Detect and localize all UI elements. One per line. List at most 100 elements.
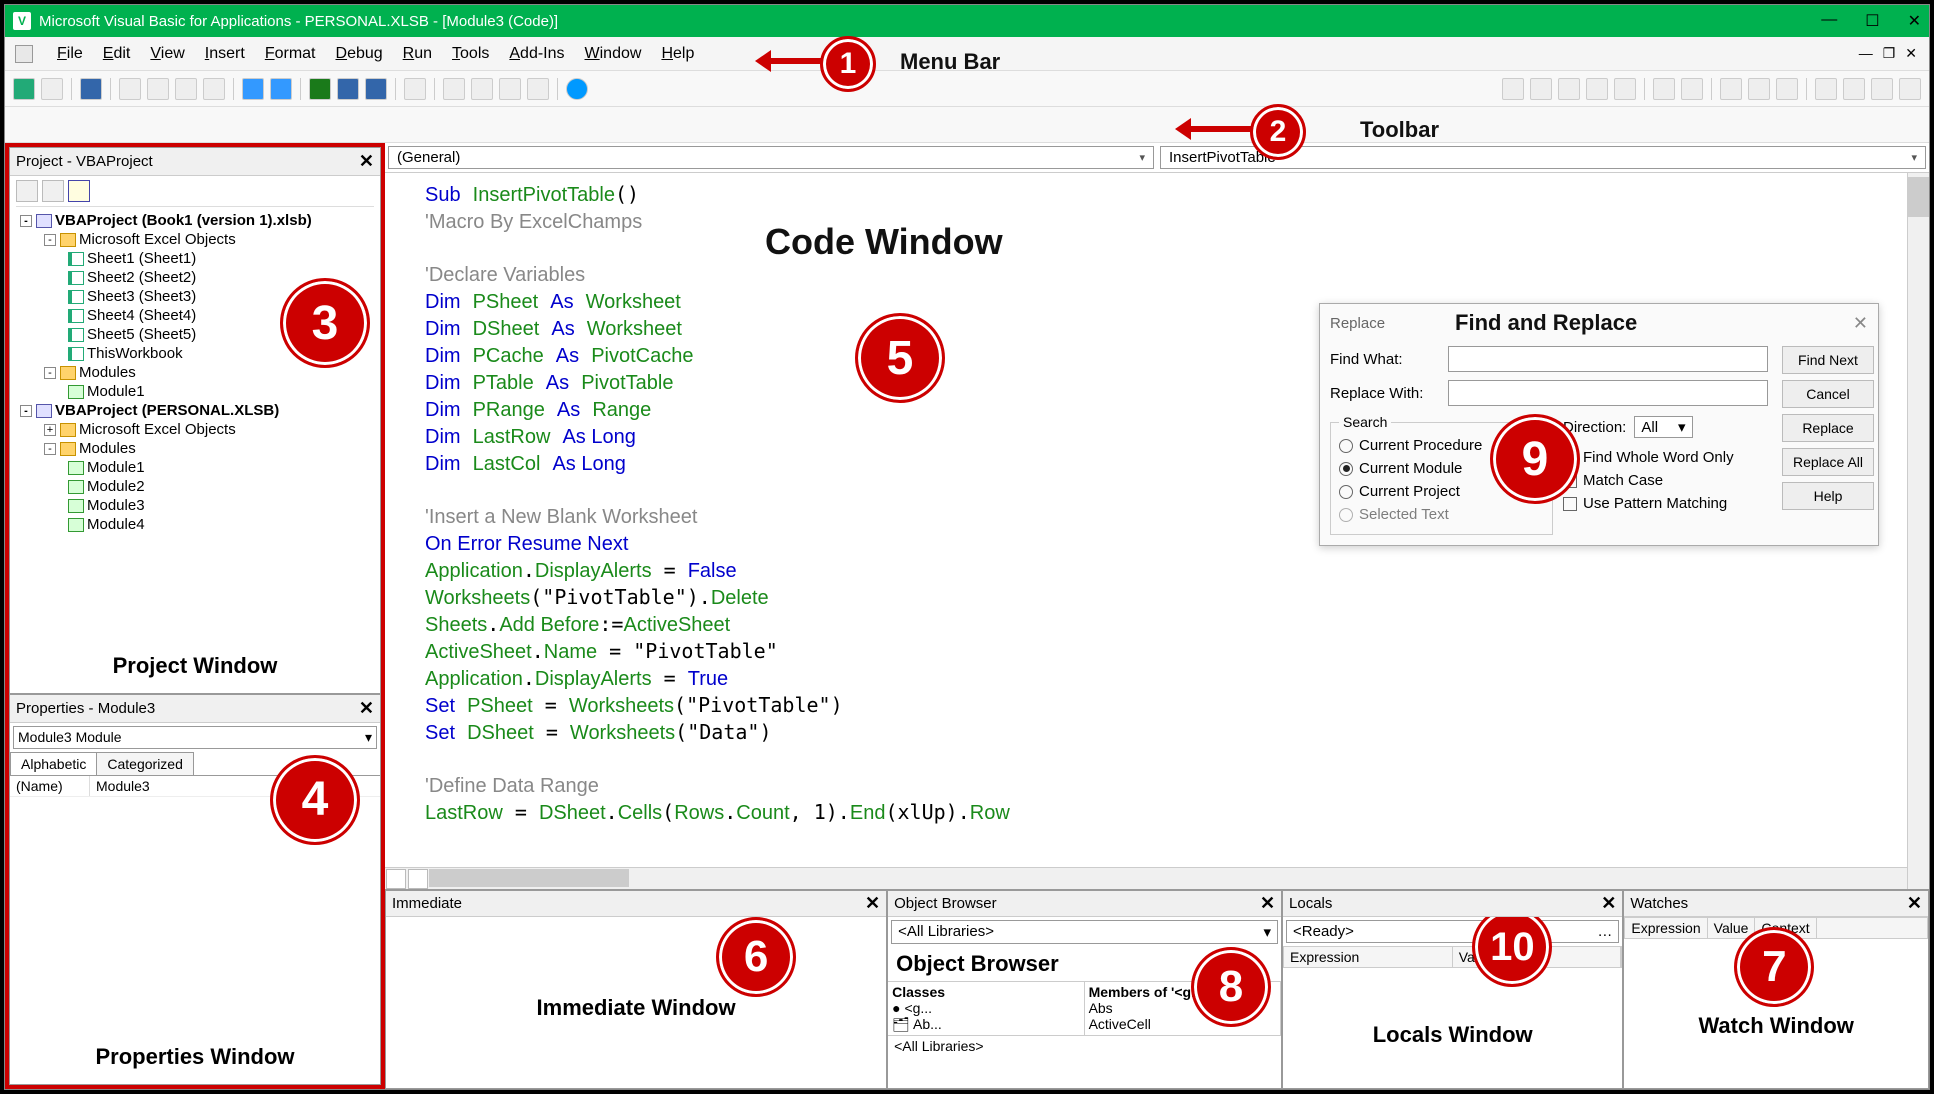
replace-button[interactable]: Replace	[1782, 414, 1874, 442]
code-vscrollbar[interactable]	[1907, 173, 1929, 889]
tree-node[interactable]: -VBAProject (Book1 (version 1).xlsb)	[16, 211, 374, 230]
bookmark-prev[interactable]	[1871, 78, 1893, 100]
tree-node[interactable]: Module2	[16, 477, 374, 496]
watches-col-expression[interactable]: Expression	[1625, 918, 1707, 938]
menu-tools[interactable]: Tools	[452, 45, 489, 63]
bookmark-toggle[interactable]	[1815, 78, 1837, 100]
library-selector[interactable]: <All Libraries>▾	[891, 920, 1278, 944]
locals-col-expression[interactable]: Expression	[1284, 947, 1453, 967]
menu-window[interactable]: Window	[585, 45, 642, 63]
menu-view[interactable]: View	[150, 45, 184, 63]
immediate-close[interactable]: ✕	[865, 893, 880, 914]
properties-close[interactable]: ✕	[359, 698, 374, 719]
locals-ready[interactable]: <Ready>…	[1286, 920, 1619, 943]
insert-dropdown[interactable]	[41, 78, 63, 100]
toolbox-button[interactable]	[527, 78, 549, 100]
save-button[interactable]	[80, 78, 102, 100]
menu-run[interactable]: Run	[403, 45, 432, 63]
class-item-ab[interactable]: 🗂 Ab...	[892, 1016, 1079, 1033]
view-excel-button[interactable]	[13, 78, 35, 100]
breakpoint-button[interactable]	[1720, 78, 1742, 100]
mdi-restore[interactable]: ❐	[1883, 45, 1896, 62]
mdi-minimize[interactable]: —	[1859, 45, 1873, 62]
tree-node[interactable]: -VBAProject (PERSONAL.XLSB)	[16, 401, 374, 420]
uncomment-block-button[interactable]	[1776, 78, 1798, 100]
edit-tb-2[interactable]	[1530, 78, 1552, 100]
undo-button[interactable]	[242, 78, 264, 100]
tree-node[interactable]: +Microsoft Excel Objects	[16, 420, 374, 439]
close-button[interactable]: ✕	[1908, 11, 1921, 31]
bookmark-next[interactable]	[1843, 78, 1865, 100]
mdi-close[interactable]: ✕	[1905, 45, 1917, 62]
full-module-view-button[interactable]	[408, 869, 428, 889]
project-tree[interactable]: -VBAProject (Book1 (version 1).xlsb)-Mic…	[10, 176, 380, 639]
project-explorer-button[interactable]	[443, 78, 465, 100]
design-mode-button[interactable]	[404, 78, 426, 100]
properties-tab-alphabetic[interactable]: Alphabetic	[10, 752, 97, 775]
immediate-body[interactable]: 6 Immediate Window	[386, 917, 886, 1088]
cancel-button[interactable]: Cancel	[1782, 380, 1874, 408]
class-item-globals[interactable]: ● <g...	[892, 1000, 1079, 1016]
view-code-button[interactable]	[16, 180, 38, 202]
view-object-button[interactable]	[42, 180, 64, 202]
redo-button[interactable]	[270, 78, 292, 100]
menu-file[interactable]: File	[57, 45, 83, 63]
tree-node[interactable]: Module3	[16, 496, 374, 515]
check-match-case[interactable]: Match Case	[1563, 469, 1768, 492]
minimize-button[interactable]: —	[1821, 11, 1837, 31]
menu-format[interactable]: Format	[265, 45, 316, 63]
find-next-button[interactable]: Find Next	[1782, 346, 1874, 374]
reset-button[interactable]	[365, 78, 387, 100]
replace-close-button[interactable]: ✕	[1853, 313, 1868, 334]
copy-button[interactable]	[147, 78, 169, 100]
check-whole-word[interactable]: Find Whole Word Only	[1563, 446, 1768, 469]
tree-node[interactable]: Module4	[16, 515, 374, 534]
tree-node[interactable]: Sheet1 (Sheet1)	[16, 249, 374, 268]
code-window[interactable]: Sub InsertPivotTable() 'Macro By ExcelCh…	[385, 173, 1929, 889]
run-sub-button[interactable]	[309, 78, 331, 100]
paste-button[interactable]	[175, 78, 197, 100]
bookmark-clear[interactable]	[1899, 78, 1921, 100]
menu-edit[interactable]: Edit	[103, 45, 131, 63]
help-button-dlg[interactable]: Help	[1782, 482, 1874, 510]
properties-window-button[interactable]	[471, 78, 493, 100]
toggle-folders-button[interactable]	[68, 180, 90, 202]
tree-node[interactable]: Module1	[16, 458, 374, 477]
watches-close[interactable]: ✕	[1907, 893, 1922, 914]
edit-tb-4[interactable]	[1586, 78, 1608, 100]
edit-tb-1[interactable]	[1502, 78, 1524, 100]
replace-with-input[interactable]	[1448, 380, 1768, 406]
object-browser-button[interactable]	[499, 78, 521, 100]
direction-select[interactable]: All▾	[1634, 416, 1692, 438]
tree-node[interactable]: -Microsoft Excel Objects	[16, 230, 374, 249]
check-pattern-matching[interactable]: Use Pattern Matching	[1563, 492, 1768, 515]
object-dropdown[interactable]: (General)▾	[388, 146, 1154, 169]
replace-all-button[interactable]: Replace All	[1782, 448, 1874, 476]
help-button[interactable]	[566, 78, 588, 100]
radio-selected-text[interactable]: Selected Text	[1339, 503, 1544, 526]
cut-button[interactable]	[119, 78, 141, 100]
find-button[interactable]	[203, 78, 225, 100]
edit-tb-5[interactable]	[1614, 78, 1636, 100]
outdent-button[interactable]	[1681, 78, 1703, 100]
comment-block-button[interactable]	[1748, 78, 1770, 100]
break-button[interactable]	[337, 78, 359, 100]
object-browser-close[interactable]: ✕	[1260, 893, 1275, 914]
prop-name-value[interactable]: Module3	[90, 776, 156, 796]
procedure-view-button[interactable]	[386, 869, 406, 889]
menu-insert[interactable]: Insert	[205, 45, 245, 63]
edit-tb-3[interactable]	[1558, 78, 1580, 100]
properties-tab-categorized[interactable]: Categorized	[96, 752, 194, 775]
locals-close[interactable]: ✕	[1601, 893, 1616, 914]
menu-debug[interactable]: Debug	[336, 45, 383, 63]
code-hscrollbar[interactable]	[385, 867, 1907, 889]
tree-node[interactable]: Module1	[16, 382, 374, 401]
find-what-input[interactable]	[1448, 346, 1768, 372]
tree-node[interactable]: -Modules	[16, 439, 374, 458]
project-explorer-close[interactable]: ✕	[359, 151, 374, 172]
menu-addins[interactable]: Add-Ins	[509, 45, 564, 63]
maximize-button[interactable]: ☐	[1865, 11, 1879, 31]
menu-help[interactable]: Help	[661, 45, 694, 63]
indent-button[interactable]	[1653, 78, 1675, 100]
properties-object-selector[interactable]: Module3 Module▾	[13, 726, 377, 749]
